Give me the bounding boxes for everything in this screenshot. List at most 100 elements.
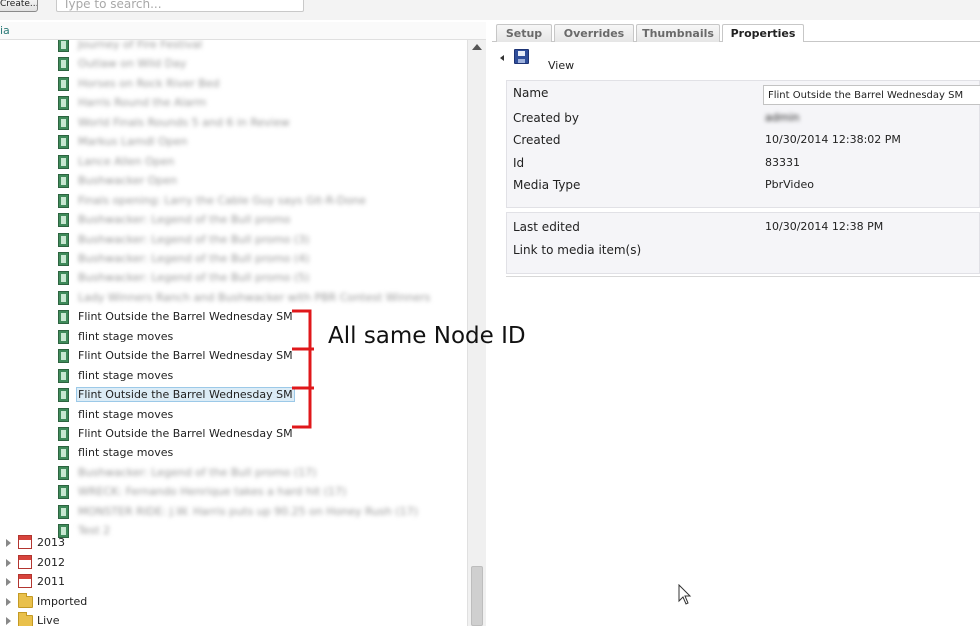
id-row: Id 83331 — [507, 153, 980, 173]
video-file-icon — [58, 251, 69, 266]
folder-label: 2012 — [37, 555, 65, 569]
tab-strip: Setup Overrides Thumbnails Properties — [492, 22, 980, 44]
link-row: Link to media item(s) — [507, 240, 980, 260]
tree-node-label: flint stage moves — [78, 407, 174, 421]
id-value: 83331 — [765, 156, 800, 169]
last-edited-value: 10/30/2014 12:38 PM — [765, 220, 884, 233]
tree-node-label: flint stage moves — [78, 446, 174, 460]
tree-node-label: Flint Outside the Barrel Wednesday SM — [78, 349, 293, 363]
calendar-icon — [18, 554, 32, 569]
video-file-icon — [58, 427, 69, 441]
video-file-icon — [58, 154, 69, 169]
top-toolbar: Create... — [0, 0, 980, 20]
tree-header: ia — [0, 22, 486, 40]
tree-node-label: Bushwacker Open — [78, 174, 178, 188]
media-type-value: PbrVideo — [765, 178, 814, 191]
properties-panel: Name Created by admin Created 10/30/2014… — [506, 80, 980, 208]
video-file-icon — [58, 232, 69, 247]
name-row: Name — [507, 83, 980, 105]
tree-node-label: Bushwacker: Legend of the Bull promo (3) — [78, 232, 310, 246]
red-bracket-annotation — [292, 309, 314, 429]
video-file-icon — [58, 96, 69, 111]
tab-setup[interactable]: Setup — [496, 24, 552, 43]
tree-node-label: Lady Winners Ranch and Bushwacker with P… — [78, 290, 431, 304]
video-file-icon — [58, 485, 69, 500]
created-row: Created 10/30/2014 12:38:02 PM — [507, 130, 980, 150]
tree-node-label: Journey of Fire Festival — [78, 40, 203, 51]
tree-header-label: ia — [0, 24, 10, 37]
folder-icon — [18, 612, 33, 626]
expand-arrow-icon[interactable] — [6, 617, 11, 625]
id-label: Id — [513, 156, 525, 170]
video-file-icon — [58, 115, 69, 130]
video-file-icon — [58, 368, 69, 383]
search-input[interactable] — [56, 0, 304, 12]
tree-node-label: Flint Outside the Barrel Wednesday SM — [76, 387, 295, 403]
tree-node-label: Test 2 — [78, 524, 111, 538]
mouse-cursor-icon — [678, 584, 692, 605]
name-label: Name — [513, 86, 549, 100]
media-type-label: Media Type — [513, 178, 581, 192]
video-file-icon — [58, 174, 69, 189]
save-icon[interactable] — [514, 49, 529, 64]
video-file-icon — [58, 76, 69, 91]
created-by-row: Created by admin — [507, 108, 980, 128]
video-file-icon — [58, 135, 69, 150]
tree-node-label: MONSTER RIDE: J.W. Harris puts up 90.25 … — [78, 504, 418, 518]
tab-overrides[interactable]: Overrides — [554, 24, 634, 43]
calendar-icon — [18, 535, 32, 549]
tree-node-label: flint stage moves — [78, 368, 174, 382]
video-file-icon — [58, 290, 69, 305]
scrollbar-thumb[interactable] — [471, 566, 483, 626]
created-by-value: admin — [765, 111, 800, 124]
video-file-icon — [58, 329, 69, 344]
name-field[interactable] — [763, 85, 980, 105]
view-label[interactable]: View — [548, 59, 574, 72]
create-button[interactable]: Create... — [0, 0, 38, 12]
tree-node-label: Bushwacker: Legend of the Bull promo (17… — [78, 465, 317, 479]
created-value: 10/30/2014 12:38:02 PM — [765, 133, 901, 146]
video-file-icon — [58, 504, 69, 519]
tree-node-label: Flint Outside the Barrel Wednesday SM — [78, 427, 293, 440]
tree-node-label: Outlaw on Wild Day — [78, 57, 187, 71]
tree-node-label: Markus Lamdl Open — [78, 135, 188, 149]
video-file-icon — [58, 193, 69, 208]
media-type-row: Media Type PbrVideo — [507, 175, 980, 195]
video-file-icon — [58, 213, 69, 228]
bracket-path — [292, 309, 314, 429]
folder-label: 2013 — [37, 536, 65, 549]
video-file-icon — [58, 349, 69, 364]
expand-arrow-icon[interactable] — [6, 597, 11, 606]
expand-arrow-icon[interactable] — [6, 558, 11, 567]
video-file-icon — [58, 57, 69, 72]
tree-node-label: flint stage moves — [78, 329, 174, 343]
tree-node-label: Bushwacker: Legend of the Bull promo (5) — [78, 271, 310, 285]
video-file-icon — [58, 407, 69, 422]
last-edited-row: Last edited 10/30/2014 12:38 PM — [507, 217, 980, 237]
tree-node-label: World Finals Rounds 5 and 6 in Review — [78, 115, 290, 129]
tab-thumbnails[interactable]: Thumbnails — [636, 24, 720, 43]
folder-label: Imported — [37, 594, 88, 608]
pane-divider — [506, 276, 980, 277]
tree-node-label: Finals opening: Larry the Cable Guy says… — [78, 193, 366, 207]
video-file-icon — [58, 446, 69, 461]
tree-node-label: Flint Outside the Barrel Wednesday SM — [78, 310, 293, 324]
created-label: Created — [513, 133, 561, 147]
tree-node-label: Bushwacker: Legend of the Bull promo — [78, 213, 291, 227]
tree-node-label: Lance Allen Open — [78, 154, 175, 168]
collapse-arrow-icon[interactable] — [500, 55, 504, 61]
video-file-icon — [58, 388, 69, 403]
scroll-up-arrow-icon[interactable] — [472, 44, 482, 50]
link-to-media-label[interactable]: Link to media item(s) — [513, 243, 641, 257]
video-file-icon — [58, 310, 69, 325]
video-file-icon — [58, 465, 69, 480]
created-by-label: Created by — [513, 111, 580, 125]
calendar-icon — [18, 574, 32, 588]
expand-arrow-icon[interactable] — [6, 578, 11, 586]
folder-label: 2011 — [37, 575, 65, 588]
tree-node-label: Harris Round the Alarm — [78, 96, 207, 110]
detail-pane: Setup Overrides Thumbnails Properties View … — [492, 22, 980, 626]
tree-node-label: Bushwacker: Legend of the Bull promo (4) — [78, 251, 310, 265]
expand-arrow-icon[interactable] — [6, 539, 11, 547]
tab-properties[interactable]: Properties — [722, 24, 804, 44]
